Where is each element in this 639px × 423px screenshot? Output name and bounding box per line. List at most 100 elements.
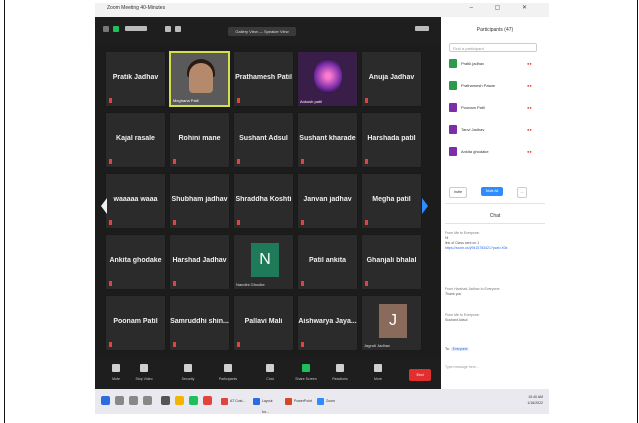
taskbar-app[interactable]: Layout for... [251, 396, 279, 414]
people-icon [224, 364, 232, 372]
to-label: To: [445, 347, 450, 351]
search-icon[interactable] [115, 396, 124, 405]
fullscreen-icon[interactable] [415, 26, 429, 31]
browser-icon[interactable] [189, 396, 198, 405]
toolbar-label: Mute [112, 377, 120, 381]
chat-message-input[interactable]: Type message here... [445, 365, 479, 369]
participant-name: Aishwarya Jaya... [298, 318, 357, 325]
participant-list-item[interactable]: Pratik jadhav ●● [449, 59, 541, 69]
toolbar-mic-button[interactable]: Mute [101, 362, 131, 388]
participant-tile[interactable]: Pratik Jadhav [105, 51, 166, 107]
participant-tile[interactable]: Ghanjali bhalal [361, 234, 422, 290]
participant-tile[interactable]: Harshada patil [361, 112, 422, 168]
muted-mic-icon [301, 220, 304, 225]
participant-tile[interactable]: Poonam Patil [105, 295, 166, 351]
end-meeting-button[interactable]: End [409, 369, 431, 381]
muted-mic-icon [109, 220, 112, 225]
participants-more-button[interactable]: ... [517, 187, 527, 198]
participant-tile[interactable]: Rohini mane [169, 112, 230, 168]
participant-tile[interactable]: Sushant Adsul [233, 112, 294, 168]
store-icon[interactable] [161, 396, 170, 405]
participant-name: Megha patil [372, 196, 411, 203]
recipient-select[interactable]: Everyone [450, 347, 470, 351]
toolbar-label: More [374, 377, 382, 381]
zoom-screen: Zoom Meeting 40-Minutes – ▢ ✕ Gallery Vi… [95, 3, 549, 414]
participant-list-name: Tanvi Jadhav [461, 127, 485, 132]
layout-icon[interactable] [175, 26, 181, 32]
participant-tile[interactable]: Samruddhi shin... [169, 295, 230, 351]
participant-tile[interactable]: Aishwarya Jaya... [297, 295, 358, 351]
view-toggle-button[interactable]: Gallery View — Speaker View [228, 27, 296, 36]
participant-tile[interactable]: Janvan jadhav [297, 173, 358, 229]
participant-tile[interactable]: Shubham jadhav [169, 173, 230, 229]
participant-tile[interactable]: Kajal rasale [105, 112, 166, 168]
avatar [449, 125, 457, 134]
window-controls[interactable]: – ▢ ✕ [470, 4, 537, 11]
participant-name: Rohini mane [178, 135, 221, 142]
left-frame-line [4, 0, 5, 423]
participant-tile[interactable]: J Jagruti Jadhav [361, 295, 422, 351]
meeting-topbar: Gallery View — Speaker View [95, 17, 441, 45]
participant-tile[interactable]: Meghana Patil [169, 51, 230, 107]
mute-all-button[interactable]: Mute All [481, 187, 503, 196]
avatar [449, 103, 457, 112]
muted-mic-icon: ●● [527, 61, 532, 66]
shield-icon[interactable] [113, 26, 119, 32]
clock-date: 1/16/2022 [527, 401, 543, 405]
toolbar-smile-button[interactable]: Reactions [325, 362, 355, 388]
muted-mic-icon [109, 281, 112, 286]
widgets-icon[interactable] [143, 396, 152, 405]
prev-page-arrow-icon[interactable] [100, 196, 108, 216]
participants-title: Participants (47) [476, 27, 514, 33]
taskbar-app-label: AT Cost... [230, 399, 246, 403]
participant-name: Kajal rasale [116, 135, 155, 142]
participant-search-input[interactable]: Find a participant [449, 43, 537, 52]
task-view-icon[interactable] [129, 396, 138, 405]
taskbar-app[interactable]: AT Cost... [219, 396, 247, 407]
recording-icon[interactable] [125, 26, 147, 31]
toolbar-chat-button[interactable]: Chat [255, 362, 285, 388]
participant-tile[interactable]: Prathamesh Patil [233, 51, 294, 107]
toolbar-shield-button[interactable]: Security [173, 362, 203, 388]
participant-tile[interactable]: Anuja Jadhav [361, 51, 422, 107]
invite-button[interactable]: Invite [449, 187, 467, 198]
participant-name: Anuja Jadhav [368, 74, 415, 81]
app-icon [317, 398, 324, 405]
folder-icon[interactable] [175, 396, 184, 405]
participant-tile[interactable]: waaaaa waaa [105, 173, 166, 229]
participant-tile[interactable]: Harshad Jadhav [169, 234, 230, 290]
next-page-arrow-icon[interactable] [421, 196, 429, 216]
participant-tile[interactable]: Ankita ghodake [105, 234, 166, 290]
muted-mic-icon [237, 98, 240, 103]
participant-tile[interactable]: Patil ankita [297, 234, 358, 290]
participant-tile[interactable]: Shraddha Koshti [233, 173, 294, 229]
taskbar-app[interactable]: Zoom [315, 396, 343, 407]
participant-tile[interactable]: N Nandini Ghodke [233, 234, 294, 290]
participant-tile[interactable]: Ankush patil [297, 51, 358, 107]
pin-icon[interactable] [165, 26, 171, 32]
media-icon[interactable] [203, 396, 212, 405]
toolbar-video-button[interactable]: Stop Video [129, 362, 159, 388]
info-icon[interactable] [103, 26, 109, 32]
participant-list-name: Prathamesh Pawar [461, 83, 496, 88]
participant-name: Shraddha Koshti [235, 196, 292, 203]
participant-tile[interactable]: Pallavi Mali [233, 295, 294, 351]
participant-tile[interactable]: Sushant kharade [297, 112, 358, 168]
participant-tile[interactable]: Megha patil [361, 173, 422, 229]
muted-mic-icon: ●● [527, 149, 532, 154]
chat-link[interactable]: https://zoom.us/j/9415783421?pwd=X0k [445, 246, 541, 251]
chat-text: Sushant Adsul [445, 318, 468, 322]
toolbar-more-button[interactable]: More [363, 362, 393, 388]
system-clock[interactable]: 10:40 AM 1/16/2022 [527, 394, 543, 406]
participant-list-item[interactable]: Poonam Patil ●● [449, 103, 541, 113]
participant-list-item[interactable]: Prathamesh Pawar ●● [449, 81, 541, 91]
toolbar-share-button[interactable]: Share Screen [291, 362, 321, 388]
taskbar-app-label: Zoom [326, 399, 335, 403]
participant-list-item[interactable]: Tanvi Jadhav ●● [449, 125, 541, 135]
start-icon[interactable] [101, 396, 110, 405]
meeting-toolbar: End Mute Stop Video Security Participants Ch… [95, 359, 441, 389]
toolbar-people-button[interactable]: Participants [213, 362, 243, 388]
taskbar-app[interactable]: PowerPoint [283, 396, 312, 407]
participant-name: Poonam Patil [113, 318, 158, 325]
participant-list-item[interactable]: Ankita ghodake ●● [449, 147, 541, 157]
